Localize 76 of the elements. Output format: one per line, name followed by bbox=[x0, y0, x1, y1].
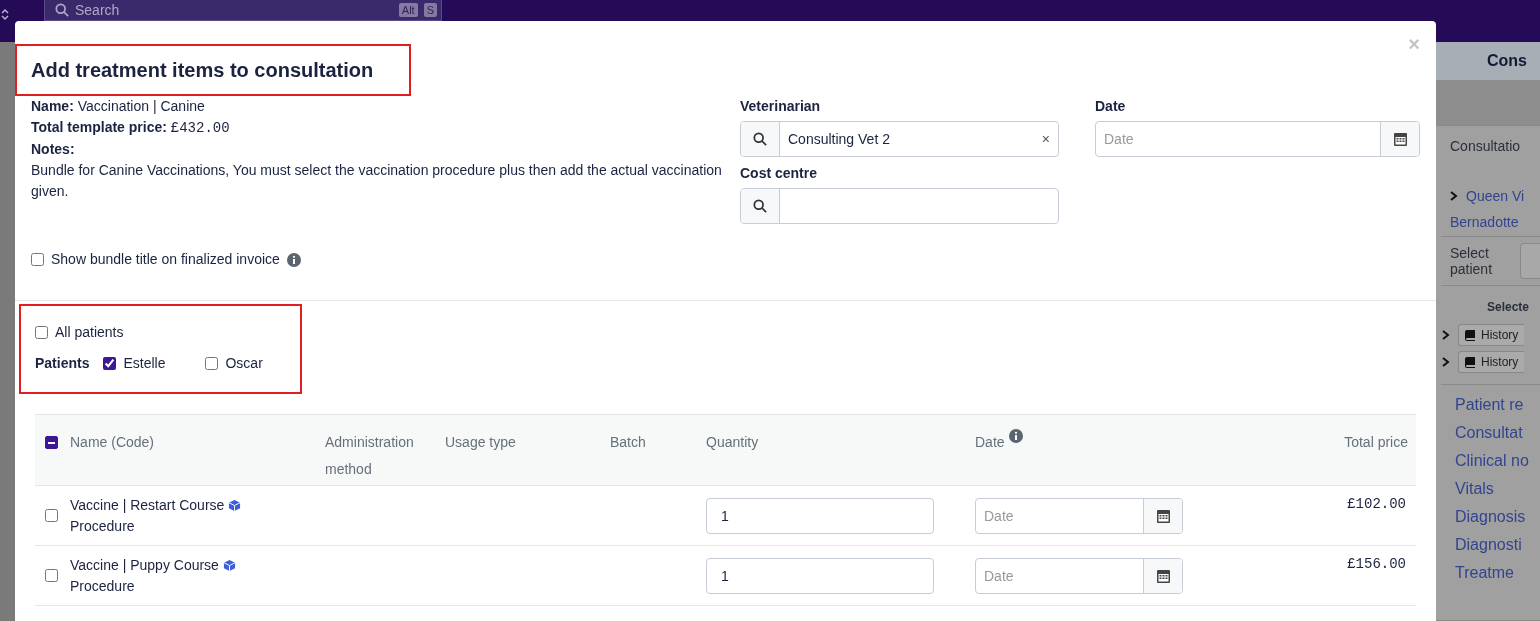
search-icon bbox=[753, 132, 767, 146]
nav-link[interactable]: Vitals bbox=[1450, 475, 1540, 503]
history-button[interactable]: History bbox=[1458, 324, 1525, 346]
chevron-icon[interactable] bbox=[1442, 330, 1450, 340]
tab-label[interactable]: Consultatio bbox=[1450, 138, 1540, 154]
cost-centre-field[interactable] bbox=[740, 188, 1059, 224]
client-link[interactable]: Bernadotte bbox=[1450, 214, 1540, 230]
select-field[interactable] bbox=[1520, 243, 1540, 279]
column-header: Batch bbox=[610, 433, 646, 452]
search-field[interactable]: Search Alt S bbox=[44, 0, 442, 21]
veterinarian-field[interactable]: Consulting Vet 2 × bbox=[740, 121, 1059, 157]
cube-icon bbox=[222, 558, 236, 572]
row-checkbox[interactable] bbox=[45, 569, 58, 582]
clear-button[interactable]: × bbox=[1033, 131, 1058, 147]
total-price: £102.00 bbox=[1346, 496, 1407, 512]
search-placeholder: Search bbox=[75, 2, 121, 18]
owner-link[interactable]: Queen Vi bbox=[1466, 188, 1525, 204]
item-name: Vaccine | Restart Course bbox=[70, 497, 325, 513]
shortcut-key: Alt bbox=[398, 3, 418, 17]
column-header: Quantity bbox=[706, 433, 759, 452]
select-all-checkbox[interactable] bbox=[45, 436, 58, 449]
field-label: Veterinarian bbox=[740, 98, 822, 114]
search-icon bbox=[753, 199, 767, 213]
nav-link[interactable]: Treatme bbox=[1450, 559, 1540, 587]
quantity-field[interactable]: 1 bbox=[706, 497, 934, 534]
notes-text: Bundle for Canine Vaccinations, You must select the vaccination procedure plus then add the actual vaccination given. bbox=[31, 161, 723, 201]
column-header: Date bbox=[975, 433, 1005, 452]
modal-title: Add treatment items to consultation bbox=[15, 44, 411, 96]
quantity-field[interactable]: 1 bbox=[706, 557, 934, 594]
date-field[interactable]: Date bbox=[975, 557, 1183, 594]
nav-link[interactable]: Diagnosis bbox=[1450, 503, 1540, 531]
shortcut-key: S bbox=[423, 3, 437, 17]
search-icon bbox=[55, 3, 69, 17]
calendar-icon[interactable] bbox=[1393, 132, 1407, 146]
checkbox[interactable] bbox=[35, 325, 48, 339]
checkbox[interactable] bbox=[31, 253, 44, 266]
chevron-updown-icon[interactable] bbox=[1, 8, 9, 21]
history-button[interactable]: History bbox=[1458, 351, 1525, 373]
chevron-icon[interactable] bbox=[1442, 357, 1450, 367]
column-header: Administration method bbox=[325, 433, 415, 479]
checkbox-label: All patients bbox=[55, 324, 124, 340]
book-icon bbox=[1465, 329, 1475, 341]
template-price: Total template price: £432.00 bbox=[31, 118, 231, 138]
field-label: Cost centre bbox=[740, 165, 819, 181]
calendar-icon[interactable] bbox=[1156, 508, 1170, 523]
book-icon bbox=[1465, 356, 1475, 368]
nav-link[interactable]: Consultat bbox=[1450, 419, 1540, 447]
nav-link[interactable]: Patient re bbox=[1450, 391, 1540, 419]
checkbox[interactable] bbox=[103, 356, 117, 370]
notes-label: Notes: bbox=[31, 140, 76, 159]
nav-link[interactable]: Clinical no bbox=[1450, 447, 1540, 475]
template-name: Name: Vaccination | Canine bbox=[31, 97, 206, 116]
select-patient-label: Select patient bbox=[1450, 245, 1494, 277]
selected-heading: Selecte bbox=[1487, 300, 1531, 314]
info-icon bbox=[1008, 429, 1023, 443]
patient-name: Oscar bbox=[225, 355, 263, 371]
calendar-icon[interactable] bbox=[1156, 568, 1170, 583]
column-header: Name (Code) bbox=[70, 433, 155, 452]
checkbox-label: Show bundle title on finalized invoice bbox=[51, 250, 280, 269]
item-type: Procedure bbox=[70, 518, 136, 534]
item-type: Procedure bbox=[70, 578, 136, 594]
total-price: £156.00 bbox=[1346, 556, 1407, 572]
checkbox[interactable] bbox=[205, 356, 219, 370]
column-header: Usage type bbox=[445, 433, 516, 452]
info-icon bbox=[286, 252, 301, 267]
field-label: Date bbox=[1095, 98, 1127, 114]
patients-label: Patients bbox=[35, 355, 90, 371]
cube-icon bbox=[228, 498, 242, 512]
row-checkbox[interactable] bbox=[45, 509, 58, 522]
item-name: Vaccine | Puppy Course bbox=[70, 557, 325, 573]
column-header: Total price bbox=[1344, 433, 1408, 452]
nav-link[interactable]: Diagnosti bbox=[1450, 531, 1540, 559]
date-field[interactable]: Date bbox=[975, 497, 1183, 534]
chevron-icon[interactable] bbox=[1450, 191, 1458, 201]
date-field[interactable]: Date bbox=[1095, 121, 1420, 157]
patient-name: Estelle bbox=[123, 355, 166, 371]
